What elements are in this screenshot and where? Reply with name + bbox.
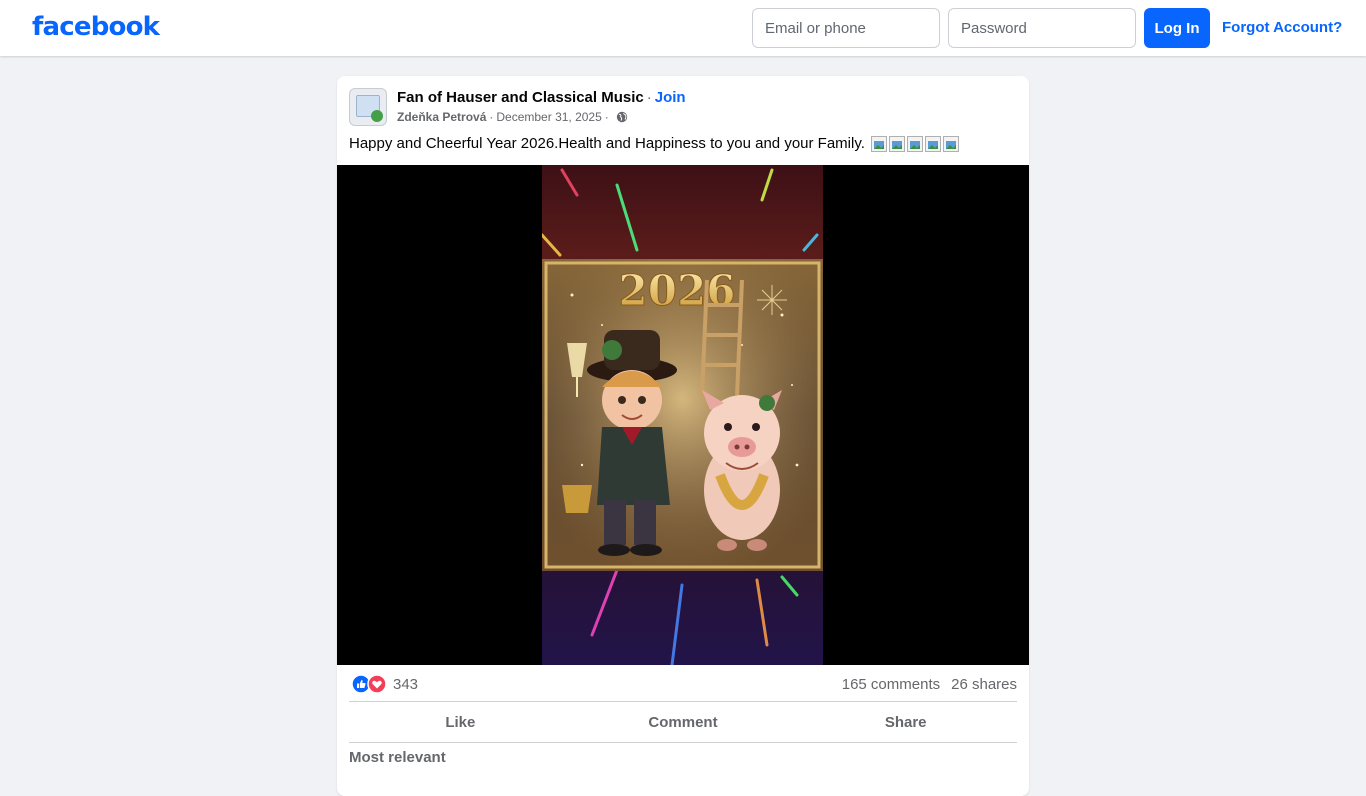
post-header: Fan of Hauser and Classical Music · Join <box>397 89 686 106</box>
separator-dot: · <box>646 89 652 106</box>
engagement-stats: 343 165 comments 26 shares <box>349 672 1017 696</box>
separator-dot: · <box>489 110 494 124</box>
post-video[interactable]: 2026 <box>337 165 1029 665</box>
email-input[interactable] <box>752 8 940 48</box>
broken-emoji-icon <box>924 135 941 152</box>
share-button[interactable]: Share <box>794 702 1017 742</box>
author-name[interactable]: Zdeňka Petrová <box>397 110 486 124</box>
post-text: Happy and Cheerful Year 2026.Health and … <box>349 135 959 152</box>
forgot-account-link[interactable]: Forgot Account? <box>1222 19 1342 36</box>
comment-button[interactable]: Comment <box>572 702 795 742</box>
broken-emoji-icon <box>870 135 887 152</box>
avatar-badge <box>371 110 383 122</box>
globe-icon <box>616 111 627 123</box>
post-meta: Zdeňka Petrová · December 31, 2025 · <box>397 110 628 124</box>
group-avatar[interactable] <box>349 88 387 126</box>
broken-emoji-icon <box>942 135 959 152</box>
group-name-link[interactable]: Fan of Hauser and Classical Music <box>397 89 644 106</box>
join-group-link[interactable]: Join <box>655 89 686 106</box>
broken-emoji-icon <box>906 135 923 152</box>
new-year-artwork: 2026 <box>542 165 823 665</box>
separator-dot: · <box>604 110 609 124</box>
password-input[interactable] <box>948 8 1136 48</box>
post-card: Fan of Hauser and Classical Music · Join Z… <box>337 76 1029 796</box>
reactions-summary[interactable] <box>351 674 387 694</box>
artwork-year-text: 2026 <box>619 266 736 315</box>
like-button[interactable]: Like <box>349 702 572 742</box>
divider <box>349 742 1017 743</box>
comments-sort-dropdown[interactable]: Most relevant <box>349 749 446 766</box>
login-button[interactable]: Log In <box>1144 8 1210 48</box>
top-bar: facebook Log In Forgot Account? <box>0 0 1366 56</box>
broken-emoji-icon <box>888 135 905 152</box>
post-actions: Like Comment Share <box>349 702 1017 742</box>
reaction-count[interactable]: 343 <box>393 676 418 693</box>
comments-count[interactable]: 165 comments <box>842 676 940 693</box>
facebook-logo[interactable]: facebook <box>32 12 160 42</box>
shares-count[interactable]: 26 shares <box>951 676 1017 693</box>
comment-share-counts: 165 comments 26 shares <box>842 676 1017 693</box>
love-icon <box>367 674 387 694</box>
post-message: Happy and Cheerful Year 2026.Health and … <box>349 135 865 152</box>
artwork-illustration: 2026 <box>542 168 823 665</box>
post-date[interactable]: December 31, 2025 <box>496 110 601 124</box>
